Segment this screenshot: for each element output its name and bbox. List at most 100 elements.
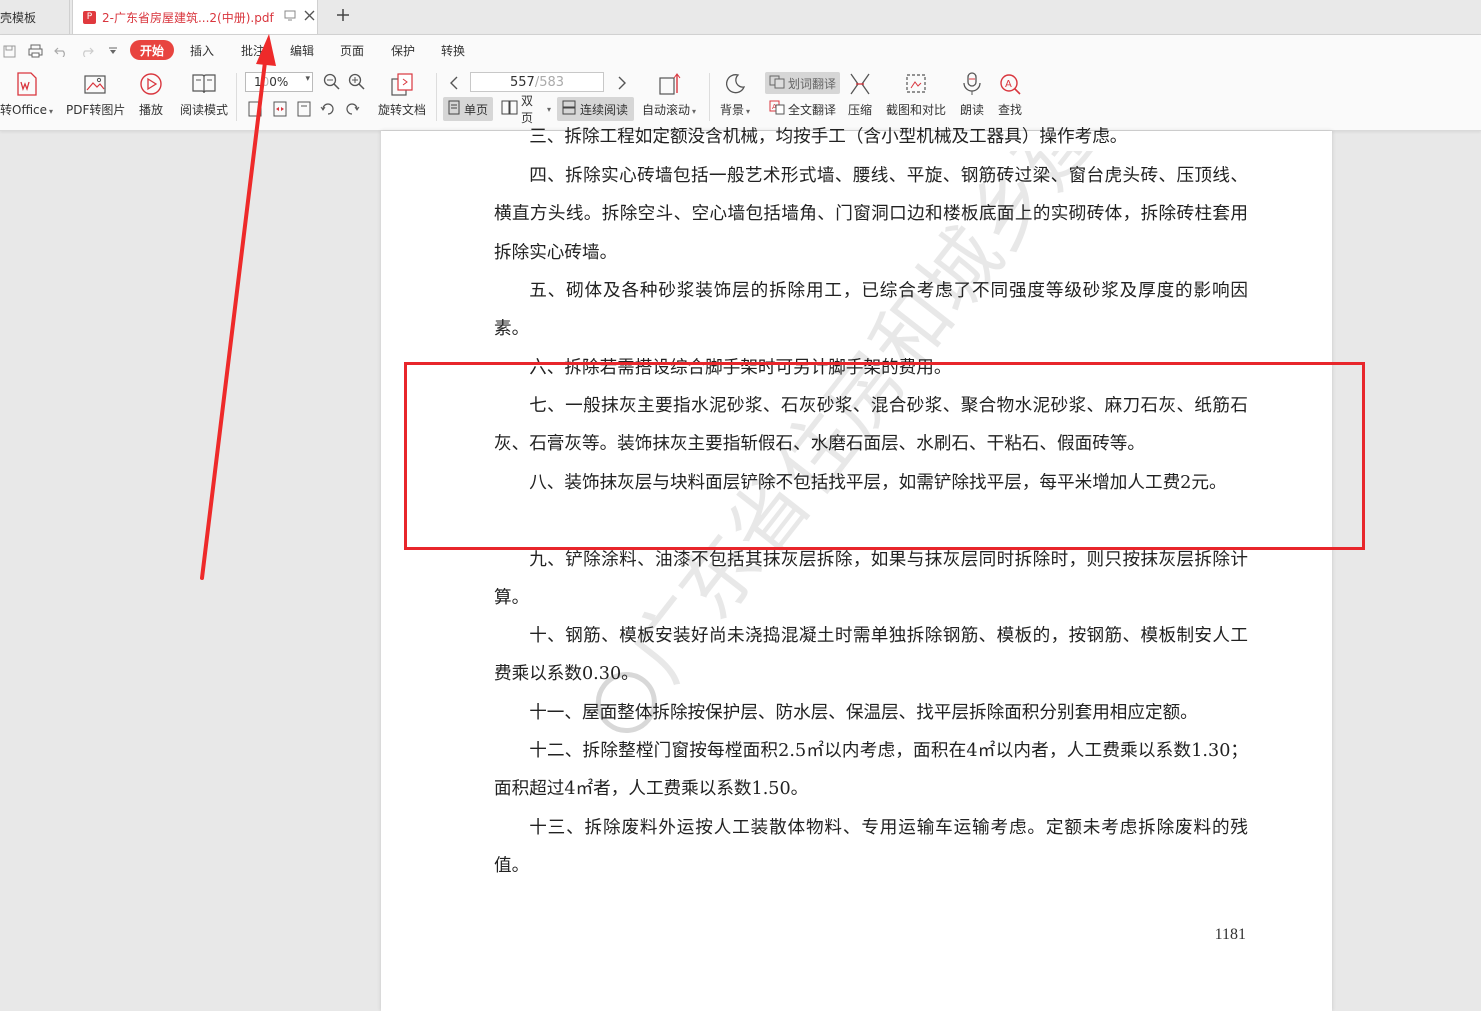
close-icon[interactable] [304, 10, 315, 24]
paragraph-10: 十、钢筋、模板安装好尚未浇捣混凝土时需单独拆除钢筋、模板的，按钢筋、模板制安人工… [494, 626, 1248, 685]
page-number-input[interactable]: 557/583 [470, 72, 604, 92]
toolbar-divider [436, 73, 437, 121]
continuous-read-icon [561, 100, 577, 118]
zoom-in-icon[interactable] [348, 73, 366, 95]
background-button[interactable]: 背景 ▾ [720, 71, 750, 118]
view-fit-icons [248, 101, 360, 117]
paragraph-9: 九、铲除涂料、油漆不包括其抹灰层拆除，如果与抹灰层同时拆除时，则只按抹灰层拆除计… [494, 550, 1248, 609]
undo-icon[interactable] [52, 42, 70, 60]
paragraph-6: 六、拆除若需搭设综合脚手架时可另计脚手架的费用。 [529, 358, 952, 378]
single-page-label: 单页 [464, 102, 489, 117]
page-number: 1181 [1214, 926, 1246, 943]
search-label: 查找 [998, 103, 1023, 117]
customize-quickbar-icon[interactable] [104, 42, 122, 60]
plus-icon [337, 9, 349, 21]
pdf-file-icon: P [83, 10, 96, 24]
read-mode-button[interactable]: 阅读模式 [180, 71, 228, 118]
pdf-page: 广东省住房和城乡建 三、拆除工程如定额没含机械，均按手工（含小型机械及工器具）操… [381, 127, 1332, 1011]
print-icon[interactable] [26, 42, 44, 60]
auto-scroll-label: 自动滚动 [642, 103, 691, 117]
search-button[interactable]: A 查找 [998, 71, 1022, 118]
paragraph-11: 十一、屋面整体拆除按保护层、防水层、保温层、找平层拆除面积分别套用相应定额。 [529, 703, 1198, 723]
auto-scroll-button[interactable]: 自动滚动 ▾ [642, 71, 696, 118]
screenshot-compare-button[interactable]: 截图和对比 [886, 71, 946, 118]
read-aloud-button[interactable]: 朗读 [960, 71, 984, 118]
screenshot-compare-label: 截图和对比 [886, 103, 947, 117]
toolbar-divider [236, 73, 237, 121]
paragraph-5: 五、砌体及各种砂浆装饰层的拆除用工，已综合考虑了不同强度等级砂浆及厚度的影响因素… [494, 281, 1248, 340]
background-label: 背景 [720, 103, 745, 117]
menu-tab-insert[interactable]: 插入 [188, 40, 216, 60]
menu-tab-start[interactable]: 开始 [130, 40, 174, 60]
zoom-select[interactable]: 100% ▾ [245, 72, 313, 92]
quick-access-bar [0, 39, 130, 63]
screenshot-icon [903, 71, 929, 97]
current-page: 557 [509, 74, 535, 90]
full-translate-label: 全文翻译 [788, 102, 837, 117]
compress-button[interactable]: 压缩 [848, 71, 872, 118]
read-mode-label: 阅读模式 [180, 103, 229, 117]
compress-icon [848, 71, 872, 97]
compress-label: 压缩 [848, 103, 873, 117]
tab-template-label: 壳模板 [0, 10, 37, 25]
svg-text:A: A [1005, 79, 1012, 90]
previous-page-icon[interactable] [449, 75, 459, 94]
fit-width-icon[interactable] [272, 101, 288, 117]
tab-window-icon[interactable] [284, 10, 296, 24]
to-office-button[interactable]: 转Office ▾ [0, 71, 53, 118]
single-page-icon [447, 100, 461, 118]
fit-page-icon[interactable] [248, 101, 264, 117]
tab-bar: 壳模板 P 2-广东省房屋建筑...2(中册).pdf [0, 0, 1481, 35]
play-icon [139, 71, 163, 97]
rotate-document-label: 旋转文档 [378, 103, 427, 117]
play-button[interactable]: 播放 [139, 71, 163, 118]
microphone-icon [960, 71, 984, 97]
read-aloud-label: 朗读 [960, 103, 985, 117]
double-page-icon [501, 100, 518, 118]
total-pages: /583 [534, 74, 565, 90]
rotate-right-icon[interactable] [344, 101, 360, 117]
menu-tab-protect[interactable]: 保护 [389, 40, 417, 60]
next-page-icon[interactable] [617, 75, 627, 94]
full-translate-icon: A [769, 100, 785, 118]
word-translate-button[interactable]: 划词翻译 [765, 72, 840, 94]
paragraph-13: 十三、拆除废料外运按人工装散体物料、专用运输车运输考虑。定额未考虑拆除废料的残值… [494, 818, 1248, 877]
tab-pdf-label: 2-广东省房屋建筑...2(中册).pdf [102, 10, 274, 25]
rotate-left-icon[interactable] [320, 101, 336, 117]
menu-tab-page[interactable]: 页面 [338, 40, 366, 60]
paragraph-3: 三、拆除工程如定额没含机械，均按手工（含小型机械及工器具）操作考虑。 [529, 127, 1128, 147]
toolbar-divider [709, 73, 710, 121]
play-label: 播放 [139, 103, 164, 117]
tab-template[interactable]: 壳模板 [0, 0, 70, 34]
word-convert-icon [16, 71, 38, 97]
word-translate-label: 划词翻译 [788, 76, 837, 91]
image-icon [84, 71, 108, 97]
tab-pdf-document[interactable]: P 2-广东省房屋建筑...2(中册).pdf [72, 0, 318, 34]
menu-tab-annotate[interactable]: 批注 [239, 40, 267, 60]
auto-scroll-icon [657, 71, 681, 97]
pdf-to-image-label: PDF转图片 [66, 103, 126, 117]
actual-size-icon[interactable] [296, 101, 312, 117]
menu-tab-edit[interactable]: 编辑 [288, 40, 316, 60]
single-page-button[interactable]: 单页 [443, 97, 493, 121]
ribbon-toolbar: 开始 插入 批注 编辑 页面 保护 转换 转Office ▾ PDF转图片 播放 … [0, 35, 1481, 131]
redo-icon[interactable] [78, 42, 96, 60]
continuous-read-label: 连续阅读 [580, 102, 629, 117]
menu-tab-convert[interactable]: 转换 [439, 40, 467, 60]
paragraph-8: 八、装饰抹灰层与块料面层铲除不包括找平层，如需铲除找平层，每平米增加人工费2元。 [529, 473, 1227, 493]
chevron-down-icon: ▾ [305, 74, 310, 84]
zoom-out-icon[interactable] [323, 73, 341, 95]
save-icon[interactable] [0, 42, 18, 60]
paragraph-7: 七、一般抹灰主要指水泥砂浆、石灰砂浆、混合砂浆、聚合物水泥砂浆、麻刀石灰、纸筋石… [494, 396, 1248, 455]
search-icon: A [998, 71, 1022, 97]
book-icon [191, 71, 217, 97]
to-office-label: 转Office [0, 103, 48, 117]
zoom-value: 100% [254, 75, 289, 89]
pdf-to-image-button[interactable]: PDF转图片 [66, 71, 125, 118]
paragraph-12: 十二、拆除整樘门窗按每樘面积2.5㎡以内考虑，面积在4㎡以内者，人工费乘以系数1… [494, 741, 1248, 800]
paragraph-4: 四、拆除实心砖墙包括一般艺术形式墙、腰线、平旋、钢筋砖过梁、窗台虎头砖、压顶线、… [494, 166, 1248, 263]
rotate-document-icon [389, 71, 415, 97]
rotate-document-button[interactable]: 旋转文档 [378, 71, 426, 118]
new-tab-button[interactable] [336, 4, 350, 28]
moon-icon [723, 71, 747, 97]
